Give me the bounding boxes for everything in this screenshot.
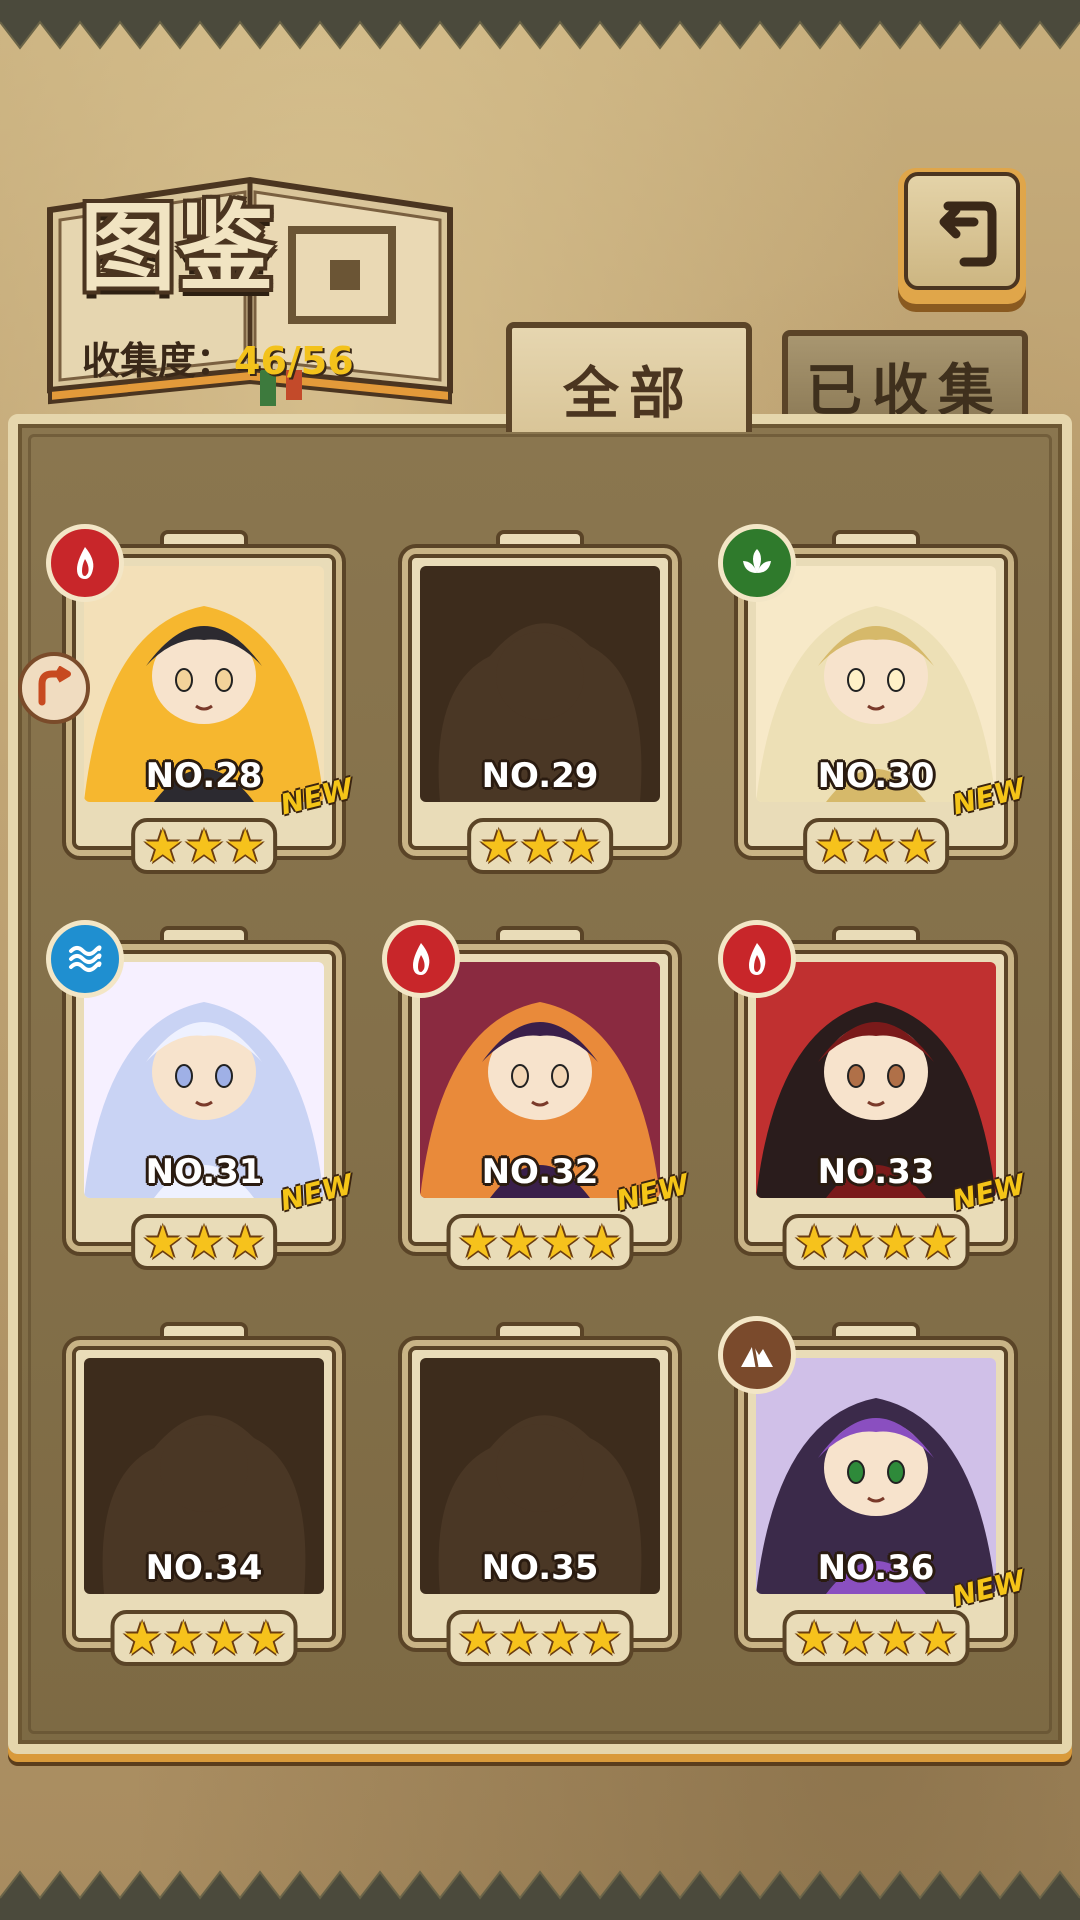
rarity-stars: ★★★	[131, 818, 277, 874]
star-icon: ★★★★	[793, 1611, 959, 1665]
collection-label: 收集度：	[82, 339, 235, 383]
monster-card[interactable]: NO.32 NEW ★★★★	[382, 920, 692, 1276]
tab-collected[interactable]: 已收集	[782, 330, 1028, 424]
mountain-icon	[741, 1344, 773, 1368]
star-icon: ★★★★	[457, 1611, 623, 1665]
rarity-stars: ★★★★	[446, 1214, 634, 1270]
monster-card[interactable]: NO.29 ★★★	[390, 530, 690, 880]
element-badge-fire	[718, 920, 796, 998]
monster-card[interactable]: NO.31 NEW ★★★	[46, 920, 356, 1276]
collection-value: 46/56	[234, 339, 354, 383]
star-icon: ★★★	[814, 819, 938, 873]
element-badge-earth	[718, 1316, 796, 1394]
collection-progress: 收集度：46/56	[82, 330, 354, 385]
back-button-face[interactable]	[904, 172, 1020, 290]
back-button[interactable]	[898, 168, 1026, 304]
rarity-stars: ★★★	[803, 818, 949, 874]
star-icon: ★★★	[142, 819, 266, 873]
water-icon	[69, 945, 102, 972]
element-badge-water	[46, 920, 124, 998]
rarity-stars: ★★★★	[446, 1610, 634, 1666]
element-badge-wood	[718, 524, 796, 602]
rarity-stars: ★★★	[131, 1214, 277, 1270]
element-badge-fire	[382, 920, 460, 998]
tab-all-label: 全部	[563, 361, 695, 427]
star-icon: ★★★★	[457, 1215, 623, 1269]
star-icon: ★★★	[142, 1215, 266, 1269]
side-scroll-marker[interactable]	[18, 652, 90, 724]
fire-icon	[413, 943, 430, 975]
rarity-stars: ★★★★	[110, 1610, 298, 1666]
rarity-stars: ★★★	[467, 818, 613, 874]
turn-arrow-icon	[38, 666, 71, 706]
card-number: NO.35	[481, 1548, 599, 1588]
monster-card[interactable]: NO.28 NEW ★★★	[46, 524, 356, 880]
fire-icon	[749, 943, 766, 975]
return-arrow-icon	[939, 201, 997, 267]
card-number: NO.34	[145, 1548, 263, 1588]
rarity-stars: ★★★★	[782, 1610, 970, 1666]
monster-card[interactable]: NO.30 NEW ★★★	[718, 524, 1028, 880]
card-number: NO.29	[481, 756, 599, 796]
bottom-zigzag-border	[0, 1870, 1080, 1920]
monster-card[interactable]: NO.34 ★★★★	[54, 1322, 354, 1672]
rarity-stars: ★★★★	[782, 1214, 970, 1270]
star-icon: ★★★★	[793, 1215, 959, 1269]
fire-icon	[77, 547, 94, 579]
top-zigzag-border	[0, 0, 1080, 50]
element-badge-fire	[46, 524, 124, 602]
star-icon: ★★★	[478, 819, 602, 873]
page-title: 图鉴	[80, 191, 276, 304]
star-icon: ★★★★	[121, 1611, 287, 1665]
tab-all[interactable]: 全部	[506, 322, 752, 432]
leaf-icon	[743, 549, 771, 573]
monster-card[interactable]: NO.33 NEW ★★★★	[718, 920, 1028, 1276]
monster-card[interactable]: NO.36 NEW ★★★★	[718, 1316, 1028, 1672]
monster-card[interactable]: NO.35 ★★★★	[390, 1322, 690, 1672]
